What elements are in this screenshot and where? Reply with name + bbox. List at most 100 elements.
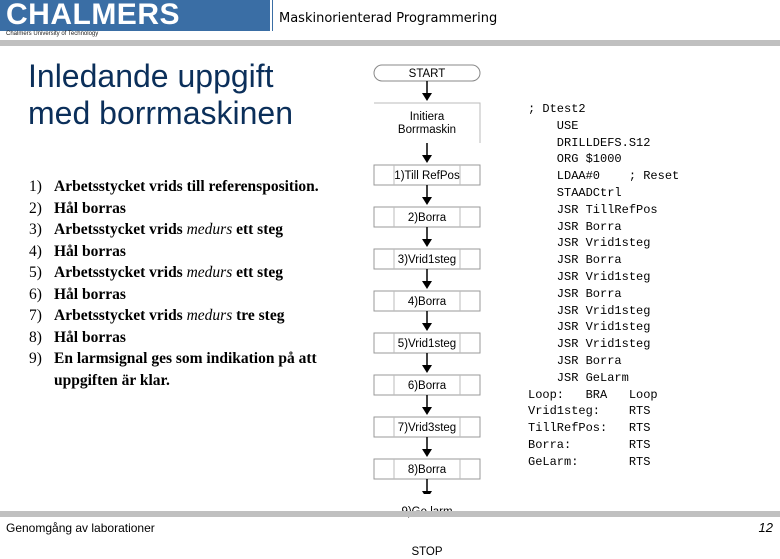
task-text-segment: ett steg (232, 264, 284, 281)
task-number: 6) (29, 285, 42, 303)
code-line: LDAA#0 ; Reset (528, 169, 680, 184)
code-line: STAADCtrl (528, 185, 622, 200)
flowchart-node-label: 6)Borra (372, 380, 482, 393)
task-text: En larmsignal ges som indikation på att … (54, 348, 354, 391)
flowchart-node-label-line: 6)Borra (407, 379, 447, 392)
flowchart-node-label: 2)Borra (372, 212, 482, 225)
task-number: 3) (29, 221, 42, 238)
code-line: JSR Vrid1steg (528, 303, 651, 318)
slide-title: Inledande uppgift med borrmaskinen (28, 58, 293, 132)
flowchart-node-label: 1)Till RefPos (372, 170, 482, 183)
flowchart-node-label-line: Initiera (409, 111, 445, 123)
flowchart-node-label-line: 4)Borra (407, 295, 447, 308)
task-text-segment: Arbetsstycket vrids (54, 264, 187, 281)
flowchart-node-label: Initiera Borrmaskin (372, 111, 482, 137)
flow-arrow-head (422, 155, 432, 163)
task-text: Hål borras (54, 284, 354, 306)
logo-text: CHALMERS (6, 0, 180, 31)
code-line: ORG $1000 (528, 152, 622, 167)
task-emphasis: medurs (186, 307, 233, 324)
flowchart-node-label-line: START (408, 67, 446, 80)
flow-arrow-head (422, 323, 432, 331)
code-line: Borra: RTS (528, 437, 651, 452)
flow-arrow-head (422, 93, 432, 101)
footer-text: Genomgång av laborationer (6, 521, 155, 535)
task-number: 1) (29, 178, 42, 195)
task-text-segment: tre steg (232, 307, 285, 324)
flowchart-node-label: 4)Borra (372, 296, 482, 309)
flowchart-node-label-line: 1)Till RefPos (394, 169, 460, 182)
task-number: 9) (29, 350, 42, 367)
code-line: JSR Borra (528, 253, 622, 268)
code-line: DRILLDEFS.S12 (528, 135, 651, 150)
task-list: 1) Arbetsstycket vrids till referensposit… (29, 176, 354, 391)
task-emphasis: medurs (186, 264, 233, 281)
logo-subtitle: Chalmers University of Technology (6, 31, 99, 37)
flowchart-node-label-line: STOP (411, 545, 443, 558)
task-text: Arbetsstycket vrids till referenspositio… (54, 176, 354, 198)
slide-title-line2: med borrmaskinen (28, 95, 293, 131)
task-text-segment: Hål borras (54, 328, 126, 346)
top-divider-bar (0, 40, 780, 46)
flow-arrow-head (422, 491, 432, 494)
flowchart-node-label: STOP (372, 546, 482, 559)
code-line: JSR Vrid1steg (528, 337, 651, 352)
flow-arrow-head (422, 407, 432, 415)
task-text-segment: En larmsignal ges som indikation på att … (54, 350, 317, 389)
task-text: Hål borras (54, 241, 354, 263)
task-text-segment: Arbetsstycket vrids (54, 221, 187, 238)
task-text-segment: Arbetsstycket vrids (54, 307, 187, 324)
task-item: 3) Arbetsstycket vrids medurs ett steg (29, 219, 354, 241)
flowchart-node-label: 3)Vrid1steg (372, 254, 482, 267)
header-divider (272, 0, 273, 31)
task-item: 5) Arbetsstycket vrids medurs ett steg (29, 262, 354, 284)
code-line: GeLarm: RTS (528, 454, 651, 469)
task-text: Arbetsstycket vrids medurs ett steg (54, 219, 354, 241)
code-line: JSR GeLarm (528, 370, 629, 385)
code-line: JSR Vrid1steg (528, 269, 651, 284)
flow-arrow-head (422, 281, 432, 289)
task-number: 2) (29, 199, 42, 217)
task-text-segment: Hål borras (54, 199, 126, 217)
code-line: Loop: BRA Loop (528, 387, 658, 402)
task-emphasis: medurs (186, 221, 233, 238)
task-text: Hål borras (54, 327, 354, 349)
task-text-segment: ett steg (232, 221, 284, 238)
task-number: 8) (29, 328, 42, 346)
task-text-segment: Hål borras (54, 285, 126, 303)
flow-arrow-head (422, 197, 432, 205)
flowchart-node-label: 8)Borra (372, 464, 482, 477)
flowchart-node-label-line: Borrmaskin (397, 124, 457, 136)
flow-arrow-head (422, 365, 432, 373)
task-item: 8) Hål borras (29, 327, 354, 349)
task-text: Arbetsstycket vrids medurs tre steg (54, 305, 354, 327)
flowchart-node-label: START (372, 68, 482, 81)
task-item: 7) Arbetsstycket vrids medurs tre steg (29, 305, 354, 327)
flowchart-node-label-line: 3)Vrid1steg (397, 253, 457, 266)
flow-arrow-head (422, 239, 432, 247)
code-line: JSR Borra (528, 353, 622, 368)
flow-arrow-head (422, 449, 432, 457)
task-text: Arbetsstycket vrids medurs ett steg (54, 262, 354, 284)
flowchart-node-label: 5)Vrid1steg (372, 338, 482, 351)
assembly-code-listing: ; Dtest2 USE DRILLDEFS.S12 ORG $1000 LDA… (528, 101, 679, 471)
code-line: TillRefPos: RTS (528, 421, 651, 436)
flowchart-node-label-line: 5)Vrid1steg (397, 337, 457, 350)
code-line: USE (528, 118, 579, 133)
code-line: JSR Borra (528, 286, 622, 301)
flowchart: START Initiera Borrmaskin 1)Till RefPos 2)Bo… (372, 64, 482, 558)
task-item: 2) Hål borras (29, 198, 354, 220)
task-text-segment: Hål borras (54, 242, 126, 260)
code-line: JSR Vrid1steg (528, 236, 651, 251)
task-item: 4) Hål borras (29, 241, 354, 263)
chalmers-logo: CHALMERS (0, 0, 270, 31)
task-text-segment: Arbetsstycket vrids till referenspositio… (54, 178, 319, 195)
flowchart-node-label-line: 8)Borra (407, 463, 447, 476)
task-item: 1) Arbetsstycket vrids till referensposit… (29, 176, 354, 198)
code-line: JSR Borra (528, 219, 622, 234)
bottom-divider-bar (0, 511, 780, 517)
code-line: JSR TillRefPos (528, 202, 658, 217)
task-number: 7) (29, 307, 42, 324)
page-number: 12 (758, 520, 773, 535)
flowchart-node-label-line: 7)Vrid3steg (397, 421, 457, 434)
